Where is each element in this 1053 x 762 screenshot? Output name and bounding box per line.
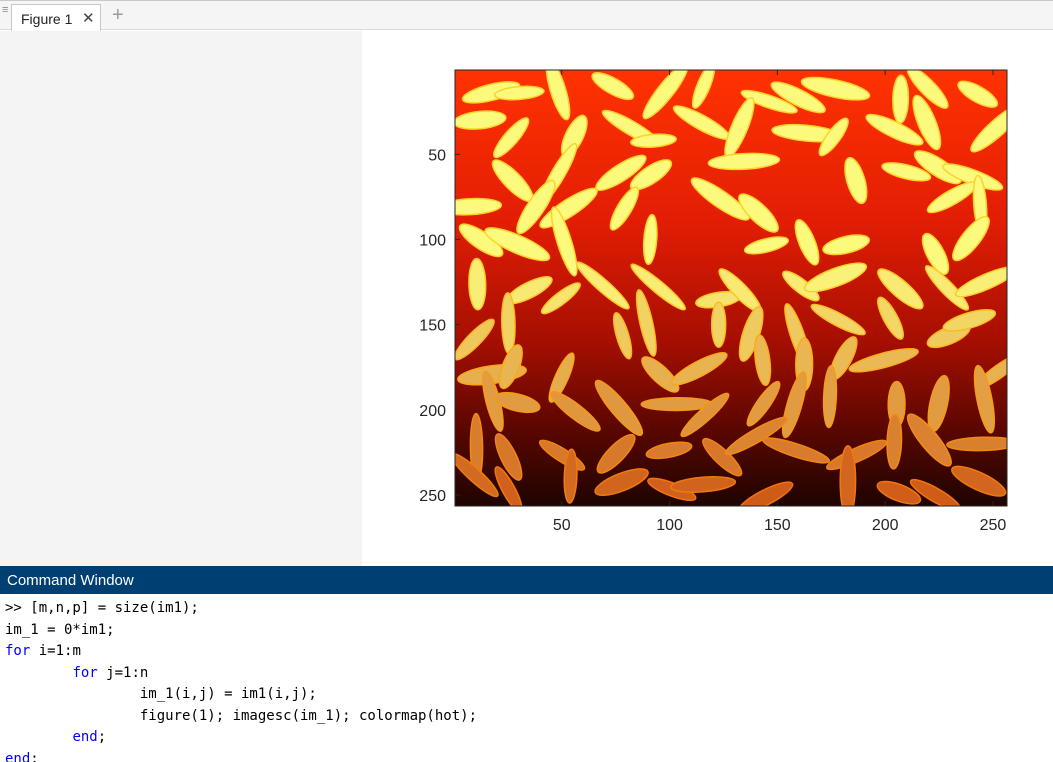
code-text: im_1(i,j) = im1(i,j);: [5, 686, 317, 702]
command-code[interactable]: >> [m,n,p] = size(im1); im_1 = 0*im1; fo…: [5, 598, 477, 762]
x-tick-label: 200: [872, 517, 899, 534]
y-tick-label: 150: [419, 318, 446, 335]
code-line: figure(1); imagesc(im_1); colormap(hot);: [5, 708, 477, 724]
code-keyword: for: [72, 664, 98, 681]
code-text: figure(1); imagesc(im_1); colormap(hot);: [5, 707, 478, 724]
x-tick-label: 100: [656, 517, 683, 534]
code-line: im_1(i,j) = im1(i,j);: [5, 686, 317, 702]
code-text: ;: [30, 750, 39, 762]
y-tick-label: 200: [419, 403, 446, 420]
figure-toolbar: ≡ Figure 1 ✕ +: [0, 0, 1053, 31]
command-window-header: Command Window: [0, 566, 1053, 594]
x-tick-label: 50: [553, 517, 571, 534]
rice-grain: [892, 74, 910, 124]
code-text: >> [m,n,p] = size(im1);: [5, 600, 199, 616]
y-tick-label: 250: [419, 488, 446, 505]
tab-label: Figure 1: [21, 11, 73, 27]
close-icon[interactable]: ✕: [82, 9, 95, 27]
code-text: ;: [97, 729, 107, 745]
command-window[interactable]: >> [m,n,p] = size(im1); im_1 = 0*im1; fo…: [0, 594, 1053, 762]
code-text: j=1:n: [97, 664, 149, 681]
code-line: for j=1:n: [5, 665, 148, 681]
code-line: >> [m,n,p] = size(im1);: [5, 600, 199, 616]
code-text: im_1 = 0*im1;: [5, 621, 115, 638]
y-tick-label: 100: [419, 232, 446, 249]
y-tick-label: 50: [428, 147, 446, 164]
y-axis: 50 100 150 200 250: [419, 147, 460, 505]
drag-handle-icon[interactable]: ≡: [2, 5, 8, 16]
code-line: end;: [5, 751, 39, 762]
code-text: i=1:m: [30, 643, 81, 659]
x-tick-label: 150: [764, 517, 791, 534]
code-line: for i=1:m: [5, 643, 81, 659]
code-keyword: end: [5, 750, 31, 762]
x-tick-label: 250: [980, 517, 1007, 534]
code-line: end;: [5, 729, 106, 745]
code-line: im_1 = 0*im1;: [5, 622, 115, 638]
command-window-title: Command Window: [7, 572, 134, 589]
code-keyword: end: [72, 729, 98, 745]
rice-grain: [710, 301, 727, 349]
image-axes: 50 100 150 200 250 50 100 150 200 250: [419, 69, 1008, 534]
tab-figure-1[interactable]: Figure 1 ✕: [11, 4, 101, 31]
figure-left-panel: [0, 31, 362, 566]
plus-icon[interactable]: +: [112, 4, 124, 27]
figure-canvas: 50 100 150 200 250 50 100 150 200 250: [362, 31, 1053, 566]
code-keyword: for: [5, 643, 31, 659]
